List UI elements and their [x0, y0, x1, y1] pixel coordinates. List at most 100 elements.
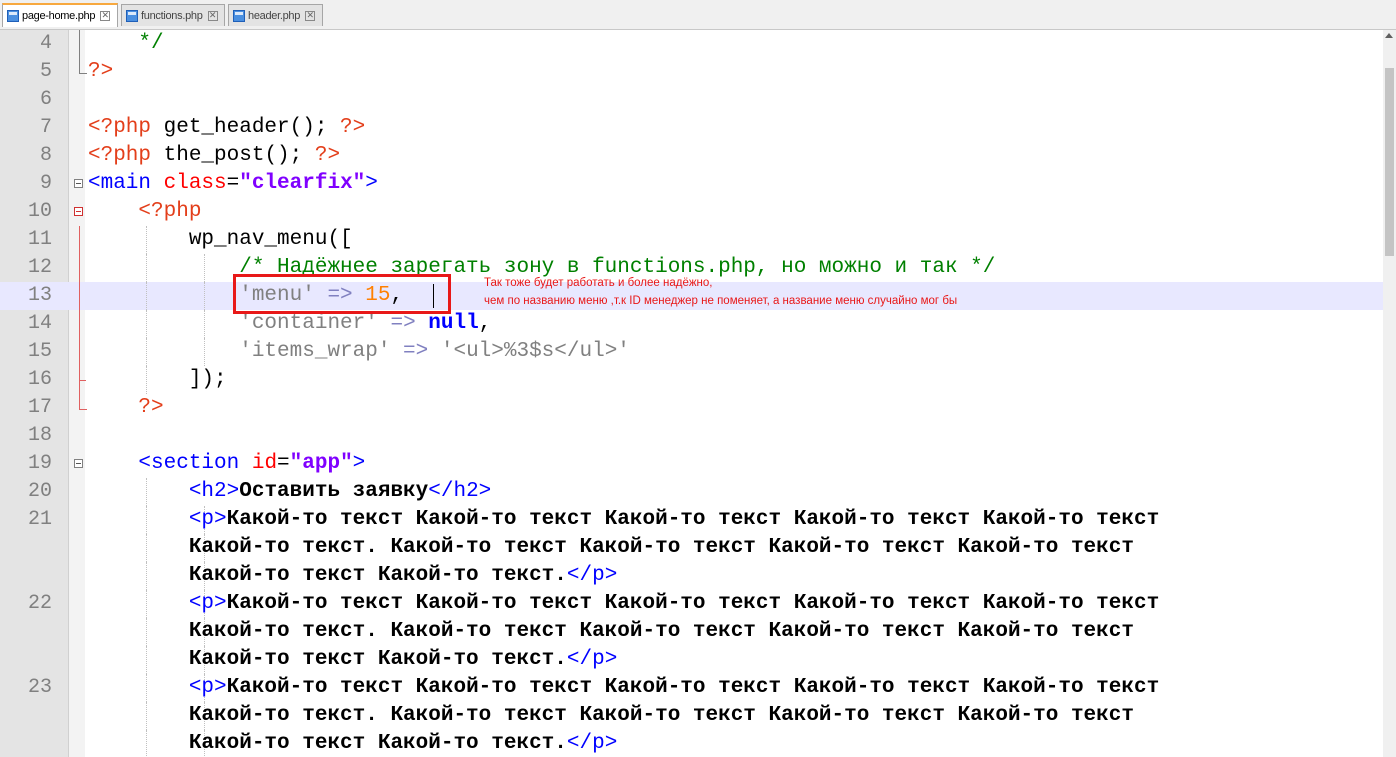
line-number: 15 — [27, 340, 52, 363]
line-number: 14 — [27, 312, 52, 335]
line-number: 6 — [39, 88, 52, 111]
fold-marker — [72, 366, 86, 394]
code-text: Какой-то текст. Какой-то текст Какой-то … — [88, 620, 1134, 643]
code-text: <main class="clearfix"> — [88, 172, 378, 195]
code-text: <p>Какой-то текст Какой-то текст Какой-т… — [88, 592, 1160, 615]
tab-label: functions.php — [141, 9, 203, 22]
tab-label: page-home.php — [22, 10, 96, 22]
fold-marker — [72, 282, 86, 310]
tab-page-home[interactable]: page-home.php ✕ — [2, 3, 118, 27]
code-line[interactable]: 17 ?> — [0, 394, 1383, 422]
scrollbar-thumb[interactable] — [1385, 68, 1394, 256]
tab-bar: page-home.php ✕ functions.php ✕ header.p… — [0, 0, 1396, 30]
code-line[interactable]: Какой-то текст Какой-то текст.</p> — [0, 730, 1383, 757]
code-text: Какой-то текст Какой-то текст.</p> — [88, 648, 618, 671]
code-line[interactable]: 22 <p>Какой-то текст Какой-то текст Како… — [0, 590, 1383, 618]
close-icon[interactable]: ✕ — [100, 11, 111, 21]
code-text: */ — [88, 32, 164, 55]
line-number: 9 — [39, 172, 52, 195]
fold-toggle-icon — [74, 207, 83, 216]
code-text: <?php get_header(); ?> — [88, 116, 366, 139]
code-text: <?php the_post(); ?> — [88, 144, 341, 167]
code-line[interactable]: 16 ]); — [0, 366, 1383, 394]
fold-marker — [72, 338, 86, 366]
fold-marker — [72, 310, 86, 338]
code-line[interactable]: Какой-то текст Какой-то текст.</p> — [0, 562, 1383, 590]
line-number: 12 — [27, 256, 52, 279]
fold-toggle-icon — [74, 459, 83, 468]
close-icon[interactable]: ✕ — [305, 10, 316, 21]
code-text: Какой-то текст Какой-то текст.</p> — [88, 564, 618, 587]
line-number: 21 — [27, 508, 52, 531]
code-text: ?> — [88, 396, 164, 419]
code-line[interactable]: 20 <h2>Оставить заявку</h2> — [0, 478, 1383, 506]
code-text: 'items_wrap' => '<ul>%3$s</ul>' — [88, 340, 630, 363]
code-line[interactable]: 21 <p>Какой-то текст Какой-то текст Како… — [0, 506, 1383, 534]
code-line[interactable]: Какой-то текст. Какой-то текст Какой-то … — [0, 618, 1383, 646]
file-icon — [7, 10, 19, 22]
highlight-box — [233, 274, 451, 314]
code-text: Какой-то текст. Какой-то текст Какой-то … — [88, 536, 1134, 559]
code-editor[interactable]: 4 */5 ?> 6 7 <?php get_header(); ?> 8 <?php th… — [0, 30, 1383, 757]
code-line[interactable]: 6 — [0, 86, 1383, 114]
code-line[interactable]: 7 <?php get_header(); ?> — [0, 114, 1383, 142]
code-text: <p>Какой-то текст Какой-то текст Какой-т… — [88, 676, 1160, 699]
tab-functions[interactable]: functions.php ✕ — [121, 4, 225, 26]
code-line[interactable]: Какой-то текст Какой-то текст.</p> — [0, 646, 1383, 674]
fold-marker[interactable] — [72, 450, 86, 478]
code-text: <h2>Оставить заявку</h2> — [88, 480, 492, 503]
code-text: Какой-то текст Какой-то текст.</p> — [88, 732, 618, 755]
code-text: Какой-то текст. Какой-то текст Какой-то … — [88, 704, 1134, 727]
vertical-scrollbar[interactable] — [1383, 30, 1396, 757]
code-line[interactable]: 11 wp_nav_menu([ — [0, 226, 1383, 254]
code-text: <section id="app"> — [88, 452, 366, 475]
line-number: 23 — [27, 676, 52, 699]
code-line[interactable]: 8 <?php the_post(); ?> — [0, 142, 1383, 170]
code-text: ?> — [88, 60, 114, 83]
fold-marker — [72, 254, 86, 282]
code-line[interactable]: Какой-то текст. Какой-то текст Какой-то … — [0, 534, 1383, 562]
code-text: wp_nav_menu([ — [88, 228, 353, 251]
fold-marker — [72, 30, 86, 58]
code-line[interactable]: 18 — [0, 422, 1383, 450]
code-text: <p>Какой-то текст Какой-то текст Какой-т… — [88, 508, 1160, 531]
code-line[interactable]: 4 */ — [0, 30, 1383, 58]
code-text: 'container' => null, — [88, 312, 492, 335]
line-number: 13 — [27, 284, 52, 307]
fold-marker[interactable] — [72, 198, 86, 226]
annotation-line-1: Так тоже будет работать и более надёжно, — [484, 277, 713, 289]
line-number: 7 — [39, 116, 52, 139]
line-number: 16 — [27, 368, 52, 391]
code-line[interactable]: Какой-то текст. Какой-то текст Какой-то … — [0, 702, 1383, 730]
code-line[interactable]: 5 ?> — [0, 58, 1383, 86]
fold-toggle-icon — [74, 179, 83, 188]
line-number: 22 — [27, 592, 52, 615]
tab-label: header.php — [248, 9, 301, 22]
close-icon[interactable]: ✕ — [207, 10, 218, 21]
code-line[interactable]: 14 'container' => null, — [0, 310, 1383, 338]
fold-marker[interactable] — [72, 170, 86, 198]
line-number: 11 — [27, 228, 52, 251]
code-text: <?php — [88, 200, 202, 223]
code-line[interactable]: 19 <section id="app"> — [0, 450, 1383, 478]
file-icon — [233, 9, 245, 22]
code-line[interactable]: 10 <?php — [0, 198, 1383, 226]
code-line[interactable]: 9 <main class="clearfix"> — [0, 170, 1383, 198]
tab-header[interactable]: header.php ✕ — [228, 4, 323, 26]
code-line[interactable]: 15 'items_wrap' => '<ul>%3$s</ul>' — [0, 338, 1383, 366]
line-number: 5 — [39, 60, 52, 83]
line-number: 4 — [39, 32, 52, 55]
scroll-up-icon[interactable] — [1385, 33, 1393, 38]
line-number: 19 — [27, 452, 52, 475]
line-number: 18 — [27, 424, 52, 447]
line-number: 10 — [27, 200, 52, 223]
code-line[interactable]: 23 <p>Какой-то текст Какой-то текст Како… — [0, 674, 1383, 702]
annotation-line-2: чем по названию меню ,т.к ID менеджер не… — [484, 295, 958, 307]
fold-marker — [72, 58, 87, 86]
line-number: 8 — [39, 144, 52, 167]
line-number: 17 — [27, 396, 52, 419]
line-number: 20 — [27, 480, 52, 503]
file-icon — [126, 9, 138, 22]
fold-marker — [72, 226, 86, 254]
fold-marker — [72, 394, 87, 422]
